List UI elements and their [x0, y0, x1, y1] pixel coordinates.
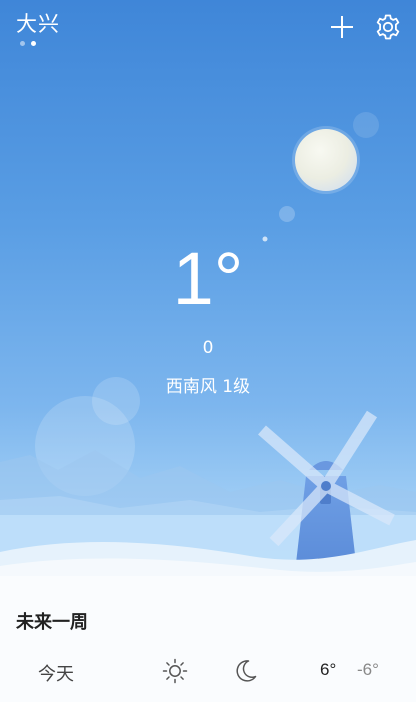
wind-info: 西南风 1级 — [165, 377, 251, 397]
gear-icon — [376, 14, 400, 40]
page-dot-active — [31, 41, 36, 46]
high-temperature: 6° — [320, 660, 337, 679]
forecast-panel: 未来一周 今天 6° -6° — [0, 576, 416, 702]
forecast-day-row[interactable]: 今天 6° -6° — [0, 656, 416, 688]
current-temperature: 1° — [172, 237, 244, 320]
page-dot — [20, 41, 25, 46]
day-label: 今天 — [38, 664, 74, 685]
page-indicator — [20, 41, 36, 46]
forecast-title: 未来一周 — [16, 612, 88, 633]
plus-icon — [331, 16, 353, 38]
moon-icon — [292, 126, 360, 194]
add-city-button[interactable] — [327, 12, 357, 42]
moon-icon — [232, 658, 258, 684]
weather-screen: 大兴 1° 0 西南风 1级 未来一周 今天 6° -6° — [0, 0, 416, 702]
low-temperature: -6° — [357, 660, 379, 679]
settings-button[interactable] — [373, 12, 403, 42]
sun-icon — [162, 658, 188, 684]
city-name[interactable]: 大兴 — [16, 8, 60, 38]
current-weather-value: 0 — [202, 338, 214, 358]
